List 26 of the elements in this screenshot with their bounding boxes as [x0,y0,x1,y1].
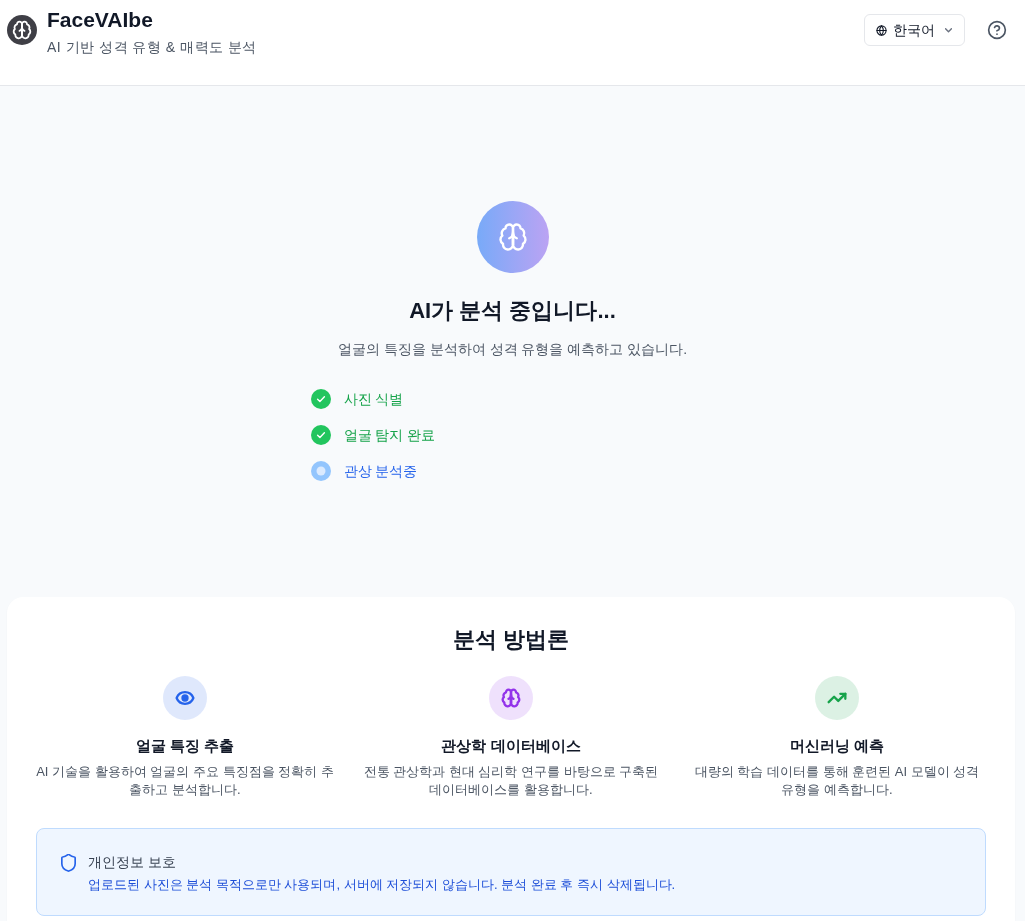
brain-logo-icon [7,15,37,45]
trending-up-icon [815,676,859,720]
method-title: 얼굴 특징 추출 [135,736,235,756]
app-title: FaceVAIbe [47,7,154,33]
help-icon[interactable] [987,20,1007,40]
methodology-title: 분석 방법론 [451,626,571,654]
step-label: 사진 식별 [343,390,404,409]
analysis-description: 얼굴의 특징을 분석하여 성격 유형을 예측하고 있습니다. [337,340,688,359]
step-label: 얼굴 탐지 완료 [343,426,436,445]
brain-icon [476,201,549,273]
globe-icon [876,24,887,36]
privacy-text: 업로드된 사진은 분석 목적으로만 사용되며, 서버에 저장되지 않습니다. 분석 완료 후 즉시 삭제됩니다. [88,876,676,894]
brain-icon [489,676,533,720]
chevron-down-icon [945,27,952,33]
privacy-title: 개인정보 보호 [88,853,177,872]
method-title: 머신러닝 예측 [789,736,885,756]
step-label: 관상 분석중 [343,462,418,481]
eye-icon [163,676,207,720]
method-description: 전통 관상학과 현대 심리학 연구를 바탕으로 구축된 데이터베이스를 활용합니다. [362,763,660,799]
method-description: AI 기술을 활용하여 얼굴의 주요 특징점을 정확히 추출하고 분석합니다. [36,763,334,799]
method-description: 대량의 학습 데이터를 통해 훈련된 AI 모델이 성격 유형을 예측합니다. [693,763,981,799]
method-title: 관상학 데이터베이스 [441,736,581,756]
language-button[interactable]: 한국어 [864,14,965,46]
shield-icon [61,854,76,872]
app-subtitle: AI 기반 성격 유형 & 매력도 분석 [47,38,257,57]
analysis-title: AI가 분석 중입니다... [409,297,616,325]
